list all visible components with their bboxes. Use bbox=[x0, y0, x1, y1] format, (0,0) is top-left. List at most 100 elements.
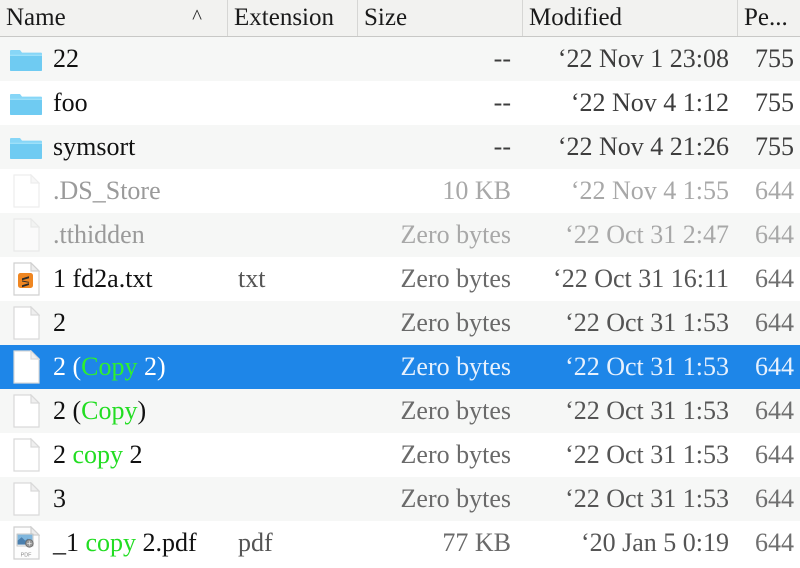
cell-name[interactable]: symsort bbox=[0, 125, 228, 169]
file-name-label: _1 copy 2.pdf bbox=[53, 530, 197, 556]
cell-name[interactable]: .DS_Store bbox=[0, 169, 228, 213]
table-row[interactable]: foo -- ‘22 Nov 4 1:12 755 bbox=[0, 81, 800, 125]
cell-permissions: 644 bbox=[755, 220, 794, 249]
file-name-text: ) bbox=[137, 396, 147, 425]
cell-modified: ‘22 Oct 31 16:11 bbox=[553, 264, 729, 293]
file-name-label: 2 bbox=[53, 310, 66, 336]
table-row[interactable]: 2 (Copy) Zero bytes ‘22 Oct 31 1:53 644 bbox=[0, 389, 800, 433]
file-name-text: 2.pdf bbox=[136, 528, 197, 557]
file-name-label: 3 bbox=[53, 486, 66, 512]
cell-modified: ‘22 Nov 4 1:12 bbox=[570, 88, 729, 117]
cell-extension bbox=[228, 213, 358, 257]
cell-modified: ‘22 Nov 4 1:55 bbox=[570, 176, 729, 205]
file-icon bbox=[9, 216, 43, 254]
cell-size: 10 KB bbox=[442, 176, 511, 205]
file-icon bbox=[9, 348, 43, 386]
cell-modified: ‘22 Oct 31 1:53 bbox=[565, 308, 729, 337]
cell-name[interactable]: 22 bbox=[0, 37, 228, 81]
search-match-text: copy bbox=[72, 440, 124, 469]
cell-modified: ‘22 Oct 31 1:53 bbox=[565, 396, 729, 425]
folder-icon bbox=[9, 40, 43, 78]
file-name-text: foo bbox=[53, 88, 88, 117]
file-name-label: .tthidden bbox=[53, 222, 145, 248]
column-header-row: Name ^ Extension Size Modified Pe... bbox=[0, 0, 800, 37]
file-name-label: 1 fd2a.txt bbox=[53, 266, 153, 292]
cell-name[interactable]: foo bbox=[0, 81, 228, 125]
file-name-text: 3 bbox=[53, 484, 66, 513]
table-row[interactable]: 22 -- ‘22 Nov 1 23:08 755 bbox=[0, 37, 800, 81]
cell-name[interactable]: 1 fd2a.txt bbox=[0, 257, 228, 301]
cell-size: Zero bytes bbox=[400, 440, 511, 469]
cell-extension bbox=[228, 81, 358, 125]
table-row[interactable]: 2 (Copy 2) Zero bytes ‘22 Oct 31 1:53 644 bbox=[0, 345, 800, 389]
table-row[interactable]: symsort -- ‘22 Nov 4 21:26 755 bbox=[0, 125, 800, 169]
column-header-permissions[interactable]: Pe... bbox=[738, 0, 800, 36]
cell-permissions: 755 bbox=[755, 88, 794, 117]
table-row[interactable]: 1 fd2a.txt txt Zero bytes ‘22 Oct 31 16:11 6… bbox=[0, 257, 800, 301]
cell-name[interactable]: 2 copy 2 bbox=[0, 433, 228, 477]
cell-size: 77 KB bbox=[442, 528, 511, 557]
cell-extension: pdf bbox=[238, 528, 273, 557]
cell-extension: txt bbox=[238, 264, 266, 293]
cell-size: Zero bytes bbox=[400, 352, 511, 381]
cell-name[interactable]: 2 (Copy 2) bbox=[0, 345, 228, 389]
file-icon bbox=[9, 172, 43, 210]
file-name-text: 2 ( bbox=[53, 352, 82, 381]
file-name-text: 2 bbox=[123, 440, 143, 469]
column-header-extension-label: Extension bbox=[234, 4, 334, 31]
cell-modified: ‘22 Oct 31 1:53 bbox=[565, 352, 729, 381]
folder-icon bbox=[9, 84, 43, 122]
file-name-label: 2 (Copy 2) bbox=[53, 354, 166, 380]
file-name-text: 1 fd2a.txt bbox=[53, 264, 153, 293]
file-name-label: foo bbox=[53, 90, 88, 116]
file-name-text: .tthidden bbox=[53, 220, 145, 249]
table-row[interactable]: PDF _1 copy 2.pdf pdf 77 KB ‘20 Jan 5 0:19 64… bbox=[0, 521, 800, 565]
column-header-modified[interactable]: Modified bbox=[523, 0, 738, 36]
search-match-text: Copy bbox=[81, 352, 138, 381]
file-name-text: 2 bbox=[53, 308, 66, 337]
cell-permissions: 644 bbox=[755, 352, 794, 381]
cell-permissions: 755 bbox=[755, 44, 794, 73]
cell-size: -- bbox=[493, 44, 511, 73]
cell-modified: ‘22 Oct 31 1:53 bbox=[565, 484, 729, 513]
cell-permissions: 644 bbox=[755, 308, 794, 337]
file-name-label: symsort bbox=[53, 134, 135, 160]
search-match-text: copy bbox=[85, 528, 137, 557]
cell-permissions: 644 bbox=[755, 264, 794, 293]
cell-size: -- bbox=[493, 132, 511, 161]
sort-ascending-icon: ^ bbox=[192, 4, 202, 29]
cell-size: Zero bytes bbox=[400, 264, 511, 293]
file-name-label: 22 bbox=[53, 46, 79, 72]
file-icon bbox=[9, 480, 43, 518]
cell-extension bbox=[228, 125, 358, 169]
cell-permissions: 644 bbox=[755, 440, 794, 469]
column-header-extension[interactable]: Extension bbox=[228, 0, 358, 36]
file-name-label: .DS_Store bbox=[53, 178, 161, 204]
file-icon bbox=[9, 436, 43, 474]
column-header-name[interactable]: Name ^ bbox=[0, 0, 228, 36]
cell-name[interactable]: 2 (Copy) bbox=[0, 389, 228, 433]
file-name-text: symsort bbox=[53, 132, 136, 161]
cell-extension bbox=[228, 389, 358, 433]
column-header-permissions-label: Pe... bbox=[744, 4, 788, 31]
cell-modified: ‘22 Nov 4 21:26 bbox=[557, 132, 729, 161]
table-row[interactable]: 2 Zero bytes ‘22 Oct 31 1:53 644 bbox=[0, 301, 800, 345]
cell-name[interactable]: .tthidden bbox=[0, 213, 228, 257]
table-row[interactable]: 3 Zero bytes ‘22 Oct 31 1:53 644 bbox=[0, 477, 800, 521]
cell-name[interactable]: PDF _1 copy 2.pdf bbox=[0, 521, 228, 565]
cell-extension bbox=[228, 301, 358, 345]
cell-size: -- bbox=[493, 88, 511, 117]
cell-size: Zero bytes bbox=[400, 484, 511, 513]
cell-size: Zero bytes bbox=[400, 396, 511, 425]
column-header-size[interactable]: Size bbox=[358, 0, 523, 36]
table-row[interactable]: .tthidden Zero bytes ‘22 Oct 31 2:47 644 bbox=[0, 213, 800, 257]
cell-permissions: 644 bbox=[755, 528, 794, 557]
cell-name[interactable]: 2 bbox=[0, 301, 228, 345]
table-row[interactable]: .DS_Store 10 KB ‘22 Nov 4 1:55 644 bbox=[0, 169, 800, 213]
file-name-label: 2 (Copy) bbox=[53, 398, 146, 424]
cell-name[interactable]: 3 bbox=[0, 477, 228, 521]
table-row[interactable]: 2 copy 2 Zero bytes ‘22 Oct 31 1:53 644 bbox=[0, 433, 800, 477]
cell-permissions: 644 bbox=[755, 176, 794, 205]
file-list-view: Name ^ Extension Size Modified Pe... 22-… bbox=[0, 0, 800, 568]
cell-extension bbox=[228, 477, 358, 521]
